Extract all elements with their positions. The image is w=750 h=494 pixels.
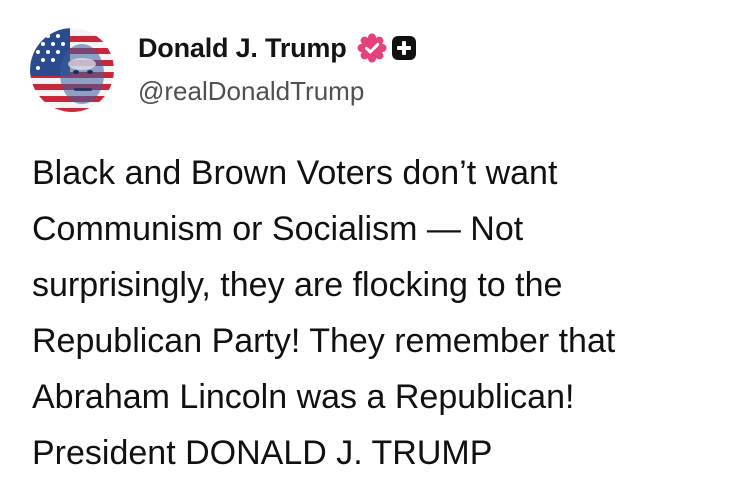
author-handle[interactable]: @realDonaldTrump [138,76,364,107]
flag-portrait-avatar-icon [30,28,114,112]
author-name-row: Donald J. Trump [138,30,416,66]
post-text-line: Republican Party! They remember that [32,322,616,360]
post-text-line: Black and Brown Voters don’t want [32,154,558,192]
post-body-text: Black and Brown Voters don’t want Commun… [32,145,732,481]
post-header: Donald J. Trump @realDonaldTrump [30,24,730,114]
post-text-line: Abraham Lincoln was a Republican! [32,378,575,416]
post-text-line: surprisingly, they are flocking to the [32,266,563,304]
post-text-line: Communism or Socialism — Not [32,210,524,248]
post-text-line: President DONALD J. TRUMP [32,434,493,472]
verified-badge-icon [357,33,387,63]
author-avatar[interactable] [30,28,114,112]
author-display-name[interactable]: Donald J. Trump [138,33,347,64]
plus-badge-icon [391,36,416,60]
